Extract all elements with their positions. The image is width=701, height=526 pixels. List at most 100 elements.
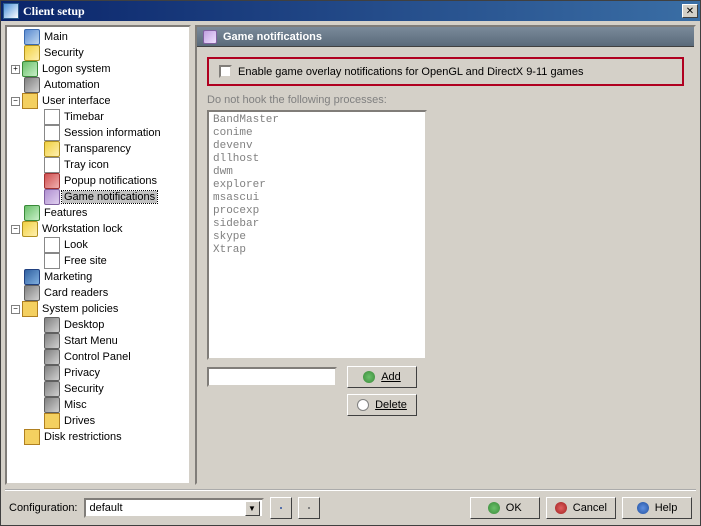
disk-icon: [280, 507, 282, 509]
tv-icon: [24, 269, 40, 285]
list-item[interactable]: sidebar: [213, 218, 421, 231]
tree-main[interactable]: Main: [7, 29, 189, 45]
enable-label: Enable game overlay notifications for Op…: [238, 66, 583, 78]
page-icon: [44, 237, 60, 253]
tree-popup[interactable]: Popup notifications: [7, 173, 189, 189]
save-button[interactable]: [270, 497, 292, 519]
tree-tray[interactable]: Tray icon: [7, 157, 189, 173]
config-select[interactable]: default ▼: [84, 498, 264, 518]
list-item[interactable]: devenv: [213, 140, 421, 153]
help-button[interactable]: Help: [622, 497, 692, 519]
list-item[interactable]: skype: [213, 231, 421, 244]
tree-features[interactable]: Features: [7, 205, 189, 221]
collapse-icon[interactable]: −: [11, 225, 20, 234]
panel-title: Game notifications: [223, 31, 322, 43]
add-button[interactable]: Add: [347, 366, 417, 388]
tree-automation[interactable]: Automation: [7, 77, 189, 93]
tree-marketing[interactable]: Marketing: [7, 269, 189, 285]
gamepad-icon: [44, 189, 60, 205]
list-item[interactable]: explorer: [213, 179, 421, 192]
list-item[interactable]: BandMaster: [213, 114, 421, 127]
gear-icon: [44, 317, 60, 333]
tree-startmenu[interactable]: Start Menu: [7, 333, 189, 349]
tree-psecurity[interactable]: Security: [7, 381, 189, 397]
cancel-button[interactable]: Cancel: [546, 497, 616, 519]
tree-desktop[interactable]: Desktop: [7, 317, 189, 333]
tree-look[interactable]: Look: [7, 237, 189, 253]
bell-icon: [44, 173, 60, 189]
tree-freesite[interactable]: Free site: [7, 253, 189, 269]
tree-controlpanel[interactable]: Control Panel: [7, 349, 189, 365]
close-button[interactable]: ✕: [682, 4, 698, 18]
check-icon: [488, 502, 500, 514]
config-label: Configuration:: [9, 502, 78, 514]
user-icon: [22, 61, 38, 77]
main-icon: [24, 29, 40, 45]
gear-icon: [44, 365, 60, 381]
tree-policies[interactable]: −System policies: [7, 301, 189, 317]
tree-card[interactable]: Card readers: [7, 285, 189, 301]
hourglass-icon: [44, 141, 60, 157]
tree-drives[interactable]: Drives: [7, 413, 189, 429]
tree-privacy[interactable]: Privacy: [7, 365, 189, 381]
tree-timebar[interactable]: Timebar: [7, 109, 189, 125]
list-item[interactable]: dllhost: [213, 153, 421, 166]
delete-config-button[interactable]: [298, 497, 320, 519]
question-icon: [637, 502, 649, 514]
tree-security[interactable]: Security: [7, 45, 189, 61]
folder-icon: [22, 301, 38, 317]
page-icon: [44, 125, 60, 141]
config-value: default: [90, 502, 123, 514]
page-icon: [44, 109, 60, 125]
titlebar: Client setup ✕: [1, 1, 700, 21]
enable-row: Enable game overlay notifications for Op…: [207, 57, 684, 86]
exclude-label: Do not hook the following processes:: [207, 94, 684, 106]
tree-game-notifications[interactable]: Game notifications: [7, 189, 189, 205]
process-input[interactable]: [207, 367, 337, 387]
tree-ui[interactable]: −User interface: [7, 93, 189, 109]
process-listbox[interactable]: BandMaster conime devenv dllhost dwm exp…: [207, 110, 427, 360]
x-icon: [555, 502, 567, 514]
shield-icon: [24, 45, 40, 61]
gamepad-icon: [203, 30, 217, 44]
folder-icon: [24, 429, 40, 445]
tree-transparency[interactable]: Transparency: [7, 141, 189, 157]
tree-session[interactable]: Session information: [7, 125, 189, 141]
gear-icon: [24, 77, 40, 93]
page-icon: [44, 157, 60, 173]
folder-icon: [22, 93, 38, 109]
content-panel: Game notifications Enable game overlay n…: [195, 25, 696, 485]
enable-checkbox[interactable]: [219, 65, 232, 78]
tree-misc[interactable]: Misc: [7, 397, 189, 413]
bottom-bar: Configuration: default ▼ OK Cancel Help: [5, 489, 696, 521]
features-icon: [24, 205, 40, 221]
chevron-down-icon: ▼: [245, 501, 260, 516]
page-icon: [44, 253, 60, 269]
card-icon: [24, 285, 40, 301]
delete-button[interactable]: Delete: [347, 394, 417, 416]
collapse-icon[interactable]: −: [11, 97, 20, 106]
app-icon: [3, 3, 19, 19]
folder-icon: [44, 413, 60, 429]
list-item[interactable]: procexp: [213, 205, 421, 218]
plus-icon: [363, 371, 375, 383]
trash-icon: [308, 507, 310, 509]
tree-logon[interactable]: +Logon system: [7, 61, 189, 77]
list-item[interactable]: Xtrap: [213, 244, 421, 257]
window-title: Client setup: [23, 4, 682, 19]
list-item[interactable]: conime: [213, 127, 421, 140]
tree-wlock[interactable]: −Workstation lock: [7, 221, 189, 237]
list-item[interactable]: msascui: [213, 192, 421, 205]
trash-icon: [357, 399, 369, 411]
gear-icon: [44, 397, 60, 413]
gear-icon: [44, 333, 60, 349]
tree-disk[interactable]: Disk restrictions: [7, 429, 189, 445]
gear-icon: [44, 381, 60, 397]
list-item[interactable]: dwm: [213, 166, 421, 179]
ok-button[interactable]: OK: [470, 497, 540, 519]
expand-icon[interactable]: +: [11, 65, 20, 74]
lock-icon: [22, 221, 38, 237]
panel-header: Game notifications: [197, 27, 694, 47]
nav-tree[interactable]: Main Security +Logon system Automation −…: [5, 25, 191, 485]
collapse-icon[interactable]: −: [11, 305, 20, 314]
